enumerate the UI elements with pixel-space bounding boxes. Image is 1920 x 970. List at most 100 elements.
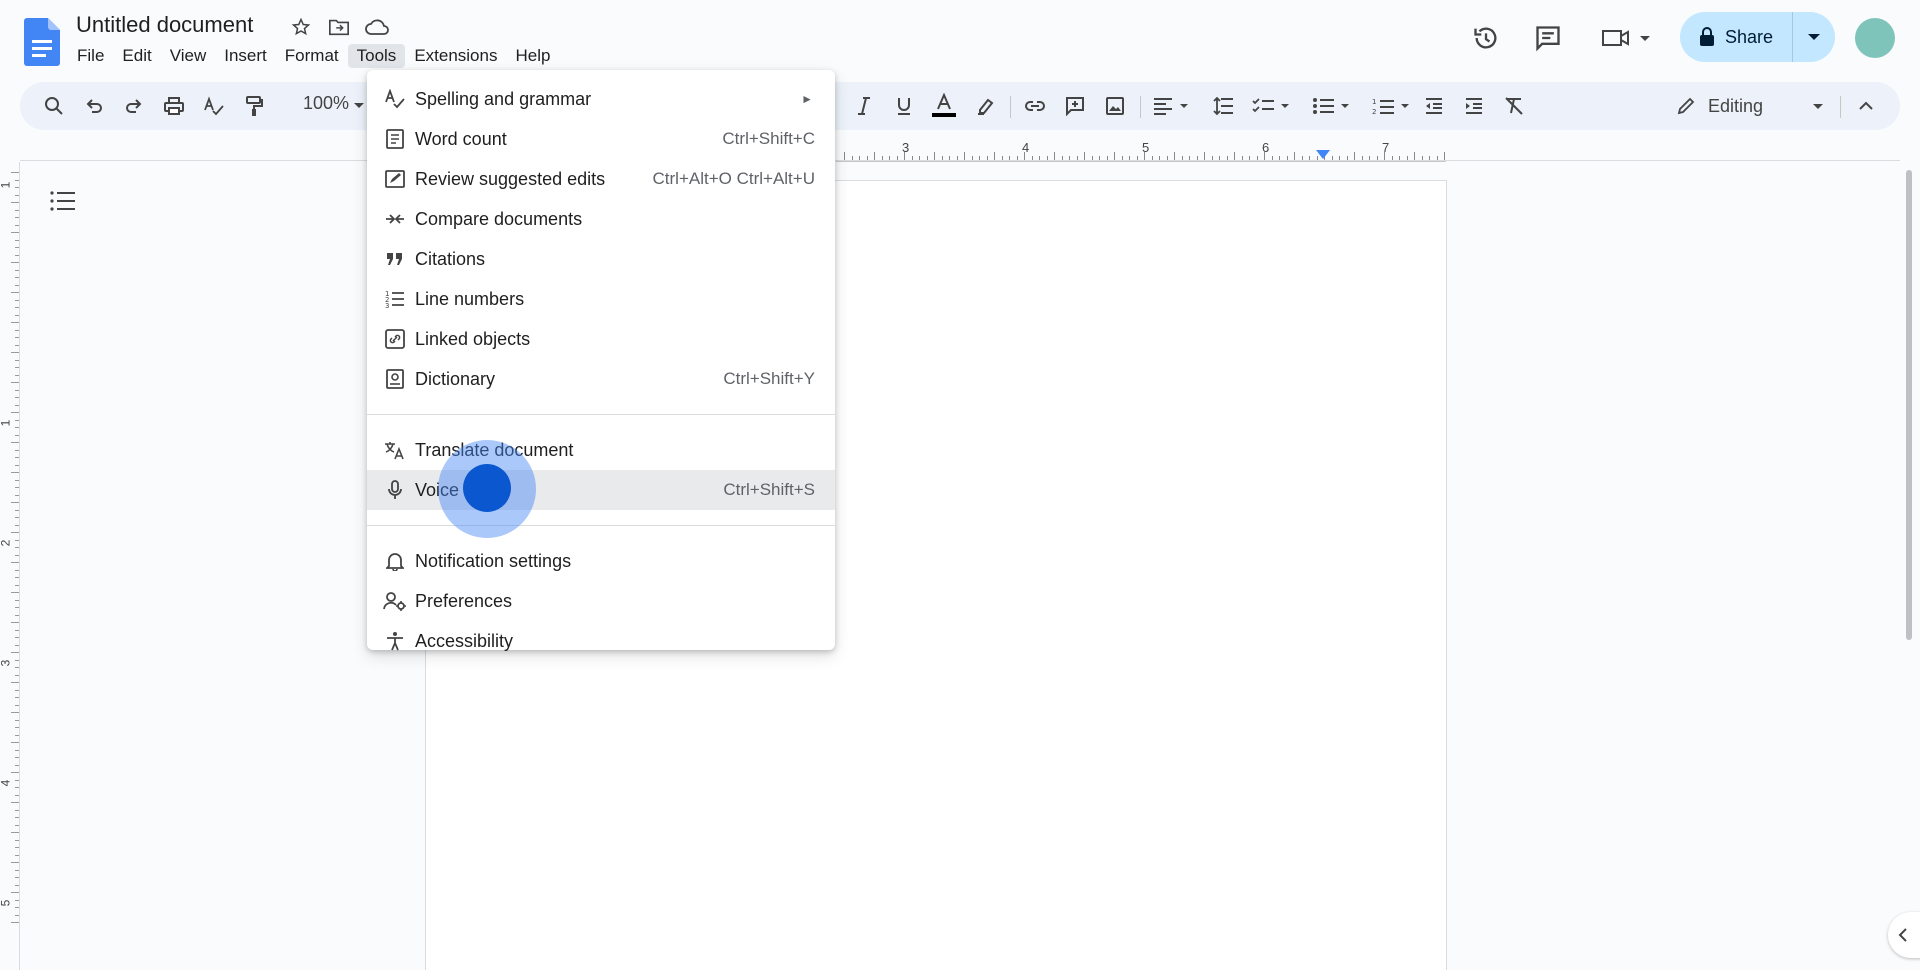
vertical-scrollbar[interactable] [1903,162,1915,970]
menu-item-dictionary[interactable]: Dictionary Ctrl+Shift+Y [367,359,835,399]
menu-item-compare-documents[interactable]: Compare documents [367,199,835,239]
menu-divider [367,414,835,415]
decrease-indent-icon[interactable] [1420,92,1448,120]
vruler-tick [15,787,19,788]
editing-mode-select[interactable]: Editing [1676,92,1763,120]
meet-video-icon[interactable] [1596,16,1656,60]
vruler-tick [15,794,19,796]
undo-icon[interactable] [80,92,108,120]
add-comment-icon[interactable] [1061,92,1089,120]
menu-item-translate-document[interactable]: Translate document [367,430,835,470]
redo-icon[interactable] [120,92,148,120]
paint-format-icon[interactable] [240,92,268,120]
menu-divider [367,525,835,526]
move-folder-icon[interactable] [324,14,354,40]
menu-item-notification-settings[interactable]: Notification settings [367,541,835,581]
lock-icon [1699,27,1714,46]
italic-icon[interactable] [850,92,878,120]
vruler-tick [11,502,19,503]
menu-item-word-count[interactable]: Word count Ctrl+Shift+C [367,119,835,159]
vruler-tick [15,194,19,196]
document-outline-icon[interactable] [50,190,76,217]
share-main-button[interactable]: Share [1680,12,1793,62]
scrollbar-thumb[interactable] [1906,170,1912,640]
menu-item-preferences[interactable]: Preferences [367,581,835,621]
menu-help[interactable]: Help [506,44,559,68]
numbered-list-icon[interactable]: 12 [1370,92,1414,120]
vruler-tick [11,772,19,773]
share-dropdown-button[interactable] [1793,32,1835,42]
ruler-tick [1354,152,1355,160]
vruler-tick [15,517,19,518]
spellcheck-icon [383,87,407,111]
search-menus-icon[interactable] [40,92,68,120]
menu-item-label: Accessibility [415,630,514,651]
menu-file[interactable]: File [68,44,113,68]
text-color-icon[interactable] [930,92,958,120]
bulleted-list-icon[interactable] [1310,92,1354,120]
vruler-tick [15,637,19,638]
checklist-icon[interactable] [1250,92,1294,120]
click-indicator-dot [463,464,511,512]
menu-item-line-numbers[interactable]: 123 Line numbers [367,279,835,319]
insert-link-icon[interactable] [1021,92,1049,120]
share-button[interactable]: Share [1680,12,1835,62]
menu-format[interactable]: Format [276,44,348,68]
chevron-left-icon [1898,928,1907,942]
comments-icon[interactable] [1526,16,1570,60]
menu-item-accessibility[interactable]: Accessibility [367,621,835,661]
menu-item-label: Line numbers [415,288,525,309]
vruler-tick [15,719,19,721]
menu-insert[interactable]: Insert [215,44,276,68]
menu-item-spelling-and-grammar[interactable]: Spelling and grammar ► [367,79,835,119]
vruler-tick [15,389,19,391]
header: Untitled document File Edit View Insert … [0,0,1920,76]
vruler-tick [15,314,19,316]
clear-formatting-icon[interactable] [1500,92,1528,120]
print-icon[interactable] [160,92,188,120]
horizontal-ruler[interactable]: 3 4 5 6 7 [836,140,1446,162]
ruler-tick [1234,152,1235,160]
avatar[interactable] [1855,18,1895,58]
right-indent-marker[interactable] [1316,150,1330,159]
vruler-tick [15,599,19,601]
vruler-tick [15,577,19,578]
editing-mode-chevron-icon[interactable] [1812,98,1824,116]
vruler-tick [15,847,19,848]
translate-icon [383,438,407,462]
vruler-tick [15,457,19,458]
star-icon[interactable] [286,14,316,40]
menu-view[interactable]: View [161,44,216,68]
line-spacing-icon[interactable] [1210,92,1238,120]
menu-item-linked-objects[interactable]: Linked objects [367,319,835,359]
menu-item-citations[interactable]: Citations [367,239,835,279]
document-title[interactable]: Untitled document [76,12,253,38]
menu-extensions[interactable]: Extensions [405,44,506,68]
docs-logo-icon[interactable] [24,18,60,66]
underline-icon[interactable] [890,92,918,120]
vruler-tick [11,922,19,923]
vruler-tick [15,539,19,541]
vruler-number: 2 [0,540,12,547]
svg-text:2: 2 [1372,108,1376,115]
insert-image-icon[interactable] [1101,92,1129,120]
align-icon[interactable] [1150,92,1194,120]
vertical-ruler[interactable]: 1 1 2 3 4 5 [0,162,20,970]
vruler-tick [15,614,19,616]
spellcheck-icon[interactable] [200,92,228,120]
vruler-tick [15,427,19,428]
ruler-tick [964,152,965,160]
increase-indent-icon[interactable] [1460,92,1488,120]
zoom-select[interactable]: 100% [303,93,349,114]
menu-tools[interactable]: Tools [347,44,406,68]
hide-menus-chevron-up-icon[interactable] [1852,92,1880,120]
linked-objects-icon [383,327,407,351]
vruler-tick [11,802,19,803]
cloud-saved-icon[interactable] [362,14,392,40]
menu-item-review-suggested-edits[interactable]: Review suggested edits Ctrl+Alt+O Ctrl+A… [367,159,835,199]
highlight-color-icon[interactable] [972,92,1000,120]
side-panel-toggle[interactable] [1888,912,1920,958]
menu-edit[interactable]: Edit [113,44,160,68]
vruler-tick [15,404,19,406]
version-history-icon[interactable] [1464,16,1508,60]
